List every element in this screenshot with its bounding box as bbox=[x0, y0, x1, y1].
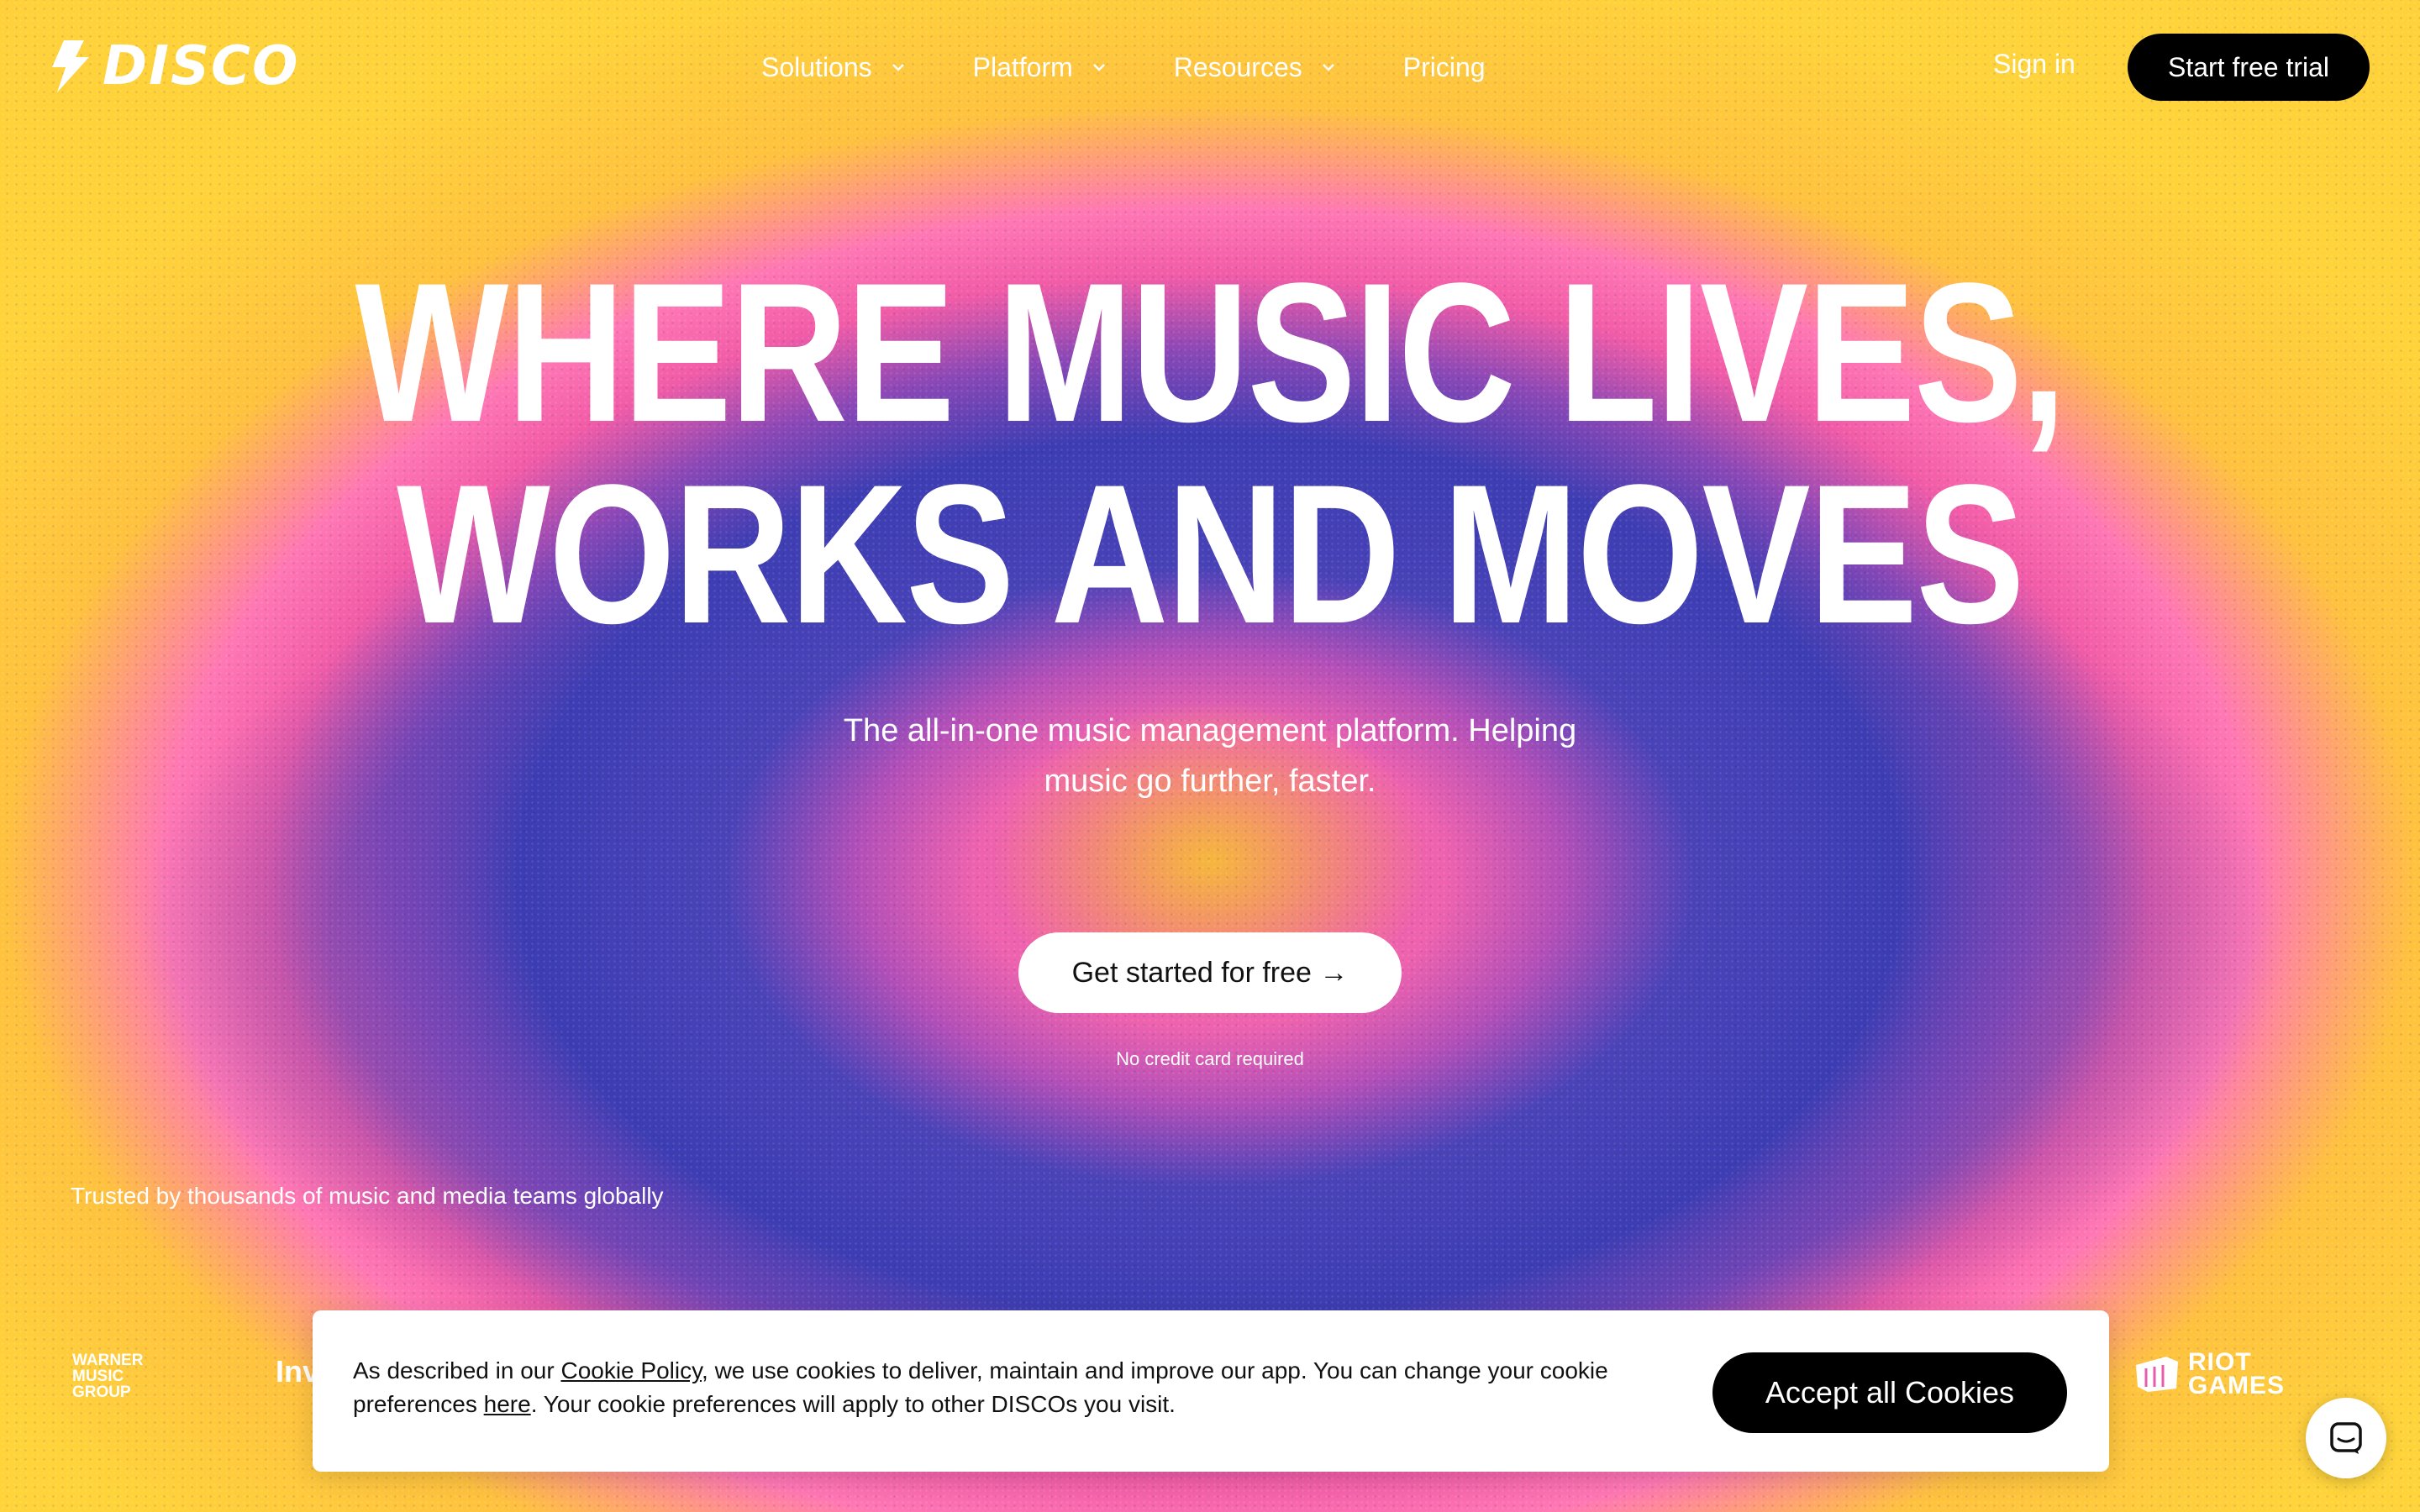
cookie-text-part: As described in our bbox=[353, 1357, 561, 1383]
nav-platform[interactable]: Platform bbox=[973, 52, 1107, 83]
brand-name: DISCO bbox=[103, 35, 300, 97]
cookie-text-part: . Your cookie preferences will apply to … bbox=[530, 1391, 1176, 1417]
cookie-preferences-link[interactable]: here bbox=[484, 1391, 531, 1417]
hero-title-line-1: WHERE MUSIC LIVES, bbox=[355, 242, 2066, 464]
hero-subtitle: The all-in-one music management platform… bbox=[843, 713, 1577, 799]
riot-games-logo: RIOT GAMES bbox=[2133, 1348, 2286, 1399]
site-header: DISCO Solutions Platform Resources Prici… bbox=[0, 0, 2420, 134]
riot-logo-line: RIOT bbox=[2188, 1348, 2252, 1376]
nav-pricing[interactable]: Pricing bbox=[1403, 52, 1486, 83]
cookie-policy-link[interactable]: Cookie Policy bbox=[560, 1357, 702, 1383]
start-free-trial-button[interactable]: Start free trial bbox=[2128, 34, 2370, 101]
chat-launcher-button[interactable] bbox=[2306, 1398, 2386, 1478]
chevron-down-icon bbox=[1092, 64, 1105, 71]
nav-solutions-label: Solutions bbox=[761, 51, 872, 82]
warner-logo-line: WARNER bbox=[72, 1352, 144, 1369]
chevron-down-icon bbox=[1322, 64, 1334, 71]
riot-games-text: RIOT GAMES bbox=[2188, 1348, 2286, 1399]
nav-resources[interactable]: Resources bbox=[1174, 52, 1336, 83]
sign-in-link[interactable]: Sign in bbox=[1993, 49, 2075, 80]
warner-logo-line: MUSIC bbox=[72, 1368, 124, 1385]
warner-logo-line: GROUP bbox=[72, 1383, 131, 1401]
hero-title: WHERE MUSIC LIVES, WORKS AND MOVES bbox=[218, 252, 2202, 655]
hero-title-line-2: WORKS AND MOVES bbox=[397, 444, 2024, 665]
nav-solutions[interactable]: Solutions bbox=[761, 52, 906, 83]
nav-pricing-label: Pricing bbox=[1402, 51, 1486, 82]
nav-platform-label: Platform bbox=[972, 51, 1073, 82]
lightning-bolt-icon bbox=[52, 40, 89, 92]
accept-all-cookies-button[interactable]: Accept all Cookies bbox=[1712, 1352, 2067, 1433]
disco-logo[interactable]: DISCO bbox=[50, 35, 299, 97]
get-started-button[interactable]: Get started for free → bbox=[1018, 932, 1402, 1013]
chevron-down-icon bbox=[892, 64, 904, 71]
riot-fist-icon bbox=[2136, 1357, 2178, 1392]
trusted-by-text: Trusted by thousands of music and media … bbox=[71, 1183, 664, 1209]
cookie-banner: As described in our Cookie Policy, we us… bbox=[313, 1310, 2109, 1472]
riot-logo-line: GAMES bbox=[2188, 1372, 2286, 1399]
nav-resources-label: Resources bbox=[1173, 51, 1302, 82]
cookie-text: As described in our Cookie Policy, we us… bbox=[353, 1354, 1664, 1421]
no-credit-card-note: No credit card required bbox=[1116, 1048, 1304, 1069]
chat-icon bbox=[2330, 1422, 2362, 1454]
warner-music-group-logo: WARNER MUSIC GROUP bbox=[72, 1352, 143, 1400]
main-nav: Solutions Platform Resources Pricing bbox=[761, 44, 1486, 91]
